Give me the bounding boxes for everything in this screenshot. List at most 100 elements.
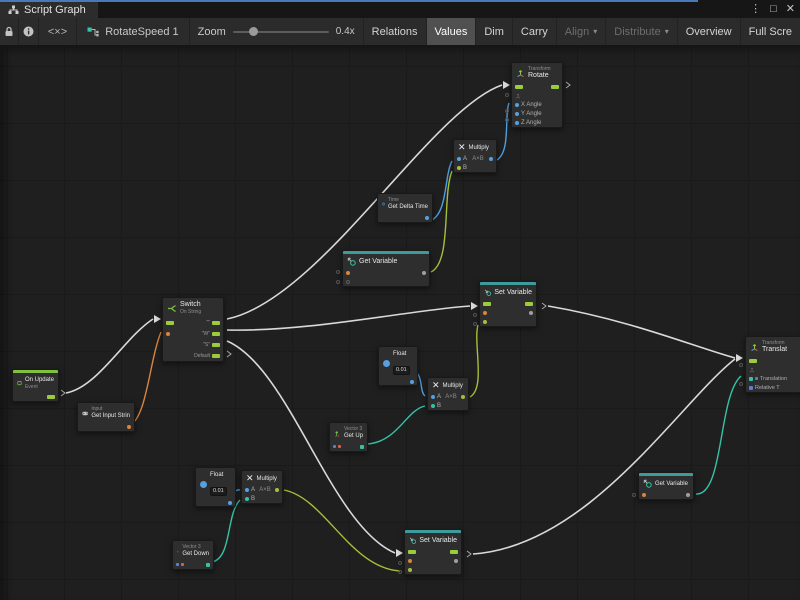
flow-out-port[interactable] [212, 343, 220, 347]
flow-out-port[interactable] [212, 354, 220, 358]
variable-icon [409, 536, 416, 545]
node-title: Get Variable [655, 480, 688, 488]
value-out-port[interactable] [410, 380, 414, 384]
selector-in-port[interactable] [166, 332, 170, 336]
value-out-port[interactable] [206, 563, 210, 567]
node-get-input[interactable]: Input Get Input Strin [77, 402, 135, 432]
node-translate[interactable]: Transform Translat Translation Relative … [745, 336, 800, 393]
z-angle-port[interactable] [515, 121, 519, 125]
fallback-port[interactable] [346, 280, 350, 284]
transform-icon [750, 343, 759, 352]
name-in-port[interactable] [483, 311, 487, 315]
node-get-delta-time[interactable]: Time Get Delta Time [377, 193, 433, 223]
node-set-variable-bottom[interactable]: Set Variable [404, 529, 462, 575]
zoom-slider[interactable] [233, 31, 329, 33]
node-rotate[interactable]: Transform Rotate X Angle Y Angle Z Angle [511, 62, 563, 128]
y-angle-port[interactable] [515, 112, 519, 116]
flow-out-port[interactable] [450, 550, 458, 554]
b-in-port[interactable] [245, 497, 249, 501]
flow-out-port[interactable] [212, 321, 220, 325]
float-value-field[interactable]: 0.01 [393, 366, 410, 375]
flow-out-port[interactable] [212, 332, 220, 336]
unconnected-port-ring [739, 382, 743, 386]
lock-button[interactable] [0, 18, 19, 46]
float-value-field[interactable]: 0.01 [210, 487, 227, 496]
value-out-port[interactable] [422, 271, 426, 275]
name-in-port[interactable] [346, 271, 350, 275]
node-set-variable-mid[interactable]: Set Variable [479, 281, 537, 327]
dim-button[interactable]: Dim [475, 18, 512, 46]
graph-canvas[interactable] [0, 46, 800, 600]
a-in-port[interactable] [457, 157, 461, 161]
value-in-port[interactable] [408, 568, 412, 572]
vector3-icon [177, 547, 179, 556]
close-icon[interactable]: ✕ [786, 2, 795, 15]
value-out-port[interactable] [228, 501, 232, 505]
a-in-port[interactable] [245, 488, 249, 492]
flow-out-port[interactable] [525, 302, 533, 306]
value-out-port[interactable] [686, 493, 690, 497]
flow-out-port[interactable] [47, 395, 55, 399]
node-float-mid[interactable]: Float 0.01 [378, 346, 418, 386]
graph-breadcrumb[interactable]: RotateSpeed 1 [77, 18, 189, 46]
result-out-port[interactable] [461, 395, 465, 399]
maximize-icon[interactable]: □ [770, 3, 777, 15]
node-switch-on-string[interactable]: Switch On String "" "W" "S" Default [162, 297, 224, 362]
value-out-port[interactable] [425, 216, 429, 220]
name-in-port[interactable] [408, 559, 412, 563]
value-in-port[interactable] [483, 320, 487, 324]
vector-mini-icon [333, 445, 336, 448]
tab-script-graph[interactable]: Script Graph [0, 2, 98, 18]
flow-in-port[interactable] [408, 550, 416, 554]
zoom-slider-handle[interactable] [249, 27, 258, 36]
relations-button[interactable]: Relations [363, 18, 426, 46]
info-button[interactable] [19, 18, 38, 46]
vector-mini-icon [338, 445, 341, 448]
unconnected-port-ring [632, 493, 636, 497]
node-float-bottom[interactable]: Float 0.01 [195, 467, 236, 507]
b-in-port[interactable] [431, 404, 435, 408]
result-out-port[interactable] [489, 157, 493, 161]
node-vector3-get-up[interactable]: Vector 3 Get Up [329, 422, 368, 452]
fullscreen-button[interactable]: Full Scre [740, 18, 800, 46]
node-title: Float [393, 350, 410, 358]
node-multiply-mid[interactable]: ✕ Multiply AA×B B [427, 377, 469, 411]
node-on-update[interactable]: On Update Event [12, 369, 59, 402]
menu-icon[interactable]: ⋮ [750, 2, 761, 15]
b-in-port[interactable] [457, 166, 461, 170]
dropdown-arrow-icon: ▾ [593, 27, 597, 36]
code-toggle-button[interactable]: <×> [39, 18, 77, 46]
translation-in-port[interactable] [749, 377, 753, 381]
a-in-port[interactable] [431, 395, 435, 399]
relative-to-port[interactable] [749, 386, 753, 390]
value-out-port[interactable] [360, 445, 364, 449]
value-out-port[interactable] [529, 311, 533, 315]
flow-in-port[interactable] [483, 302, 491, 306]
overview-button[interactable]: Overview [677, 18, 740, 46]
flow-in-port[interactable] [515, 85, 523, 89]
node-multiply-bottom[interactable]: ✕ Multiply AA×B B [241, 470, 283, 504]
unconnected-port-ring [505, 118, 509, 122]
distribute-button[interactable]: Distribute▾ [605, 18, 676, 46]
value-out-port[interactable] [454, 559, 458, 563]
values-button[interactable]: Values [426, 18, 476, 46]
carry-button[interactable]: Carry [512, 18, 556, 46]
flow-out-port[interactable] [551, 85, 559, 89]
node-get-variable-right[interactable]: Get Variable [638, 472, 694, 500]
flow-in-port[interactable] [749, 359, 757, 363]
x-angle-port[interactable] [515, 103, 519, 107]
zoom-control: Zoom 0.4x [190, 26, 363, 38]
result-out-port[interactable] [275, 488, 279, 492]
node-vector3-get-down[interactable]: Vector 3 Get Down [172, 540, 214, 570]
node-get-variable-top[interactable]: Get Variable [342, 250, 430, 287]
node-subtitle: On String [180, 309, 201, 315]
flow-in-port[interactable] [166, 321, 174, 325]
name-in-port[interactable] [642, 493, 646, 497]
align-button[interactable]: Align▾ [556, 18, 605, 46]
node-multiply-top[interactable]: ✕ Multiply AA×B B [453, 139, 497, 173]
dropdown-arrow-icon: ▾ [665, 27, 669, 36]
port-label: A [251, 487, 255, 493]
vector3-icon [334, 429, 341, 438]
port-label: B [251, 496, 255, 502]
value-out-port[interactable] [127, 425, 131, 429]
